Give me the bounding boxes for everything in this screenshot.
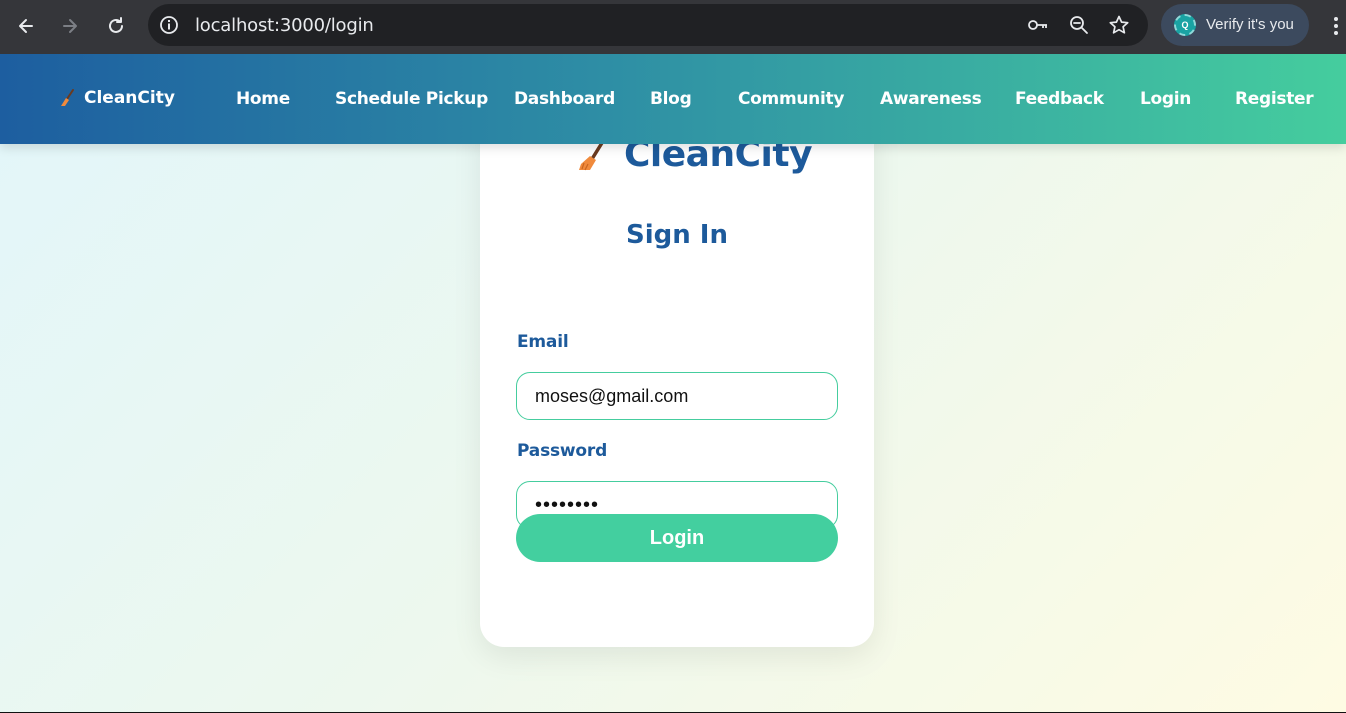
- key-icon[interactable]: [1027, 14, 1049, 36]
- browser-toolbar: localhost:3000/login Q Verify it's you: [0, 0, 1346, 54]
- nav-link-feedback[interactable]: Feedback: [1015, 89, 1104, 109]
- url-text[interactable]: localhost:3000/login: [195, 15, 374, 36]
- profile-avatar-icon: Q: [1174, 14, 1196, 36]
- broom-icon: [61, 89, 74, 106]
- login-card: CleanCity Sign In Email Password Login: [480, 104, 874, 647]
- nav-link-blog[interactable]: Blog: [650, 89, 692, 109]
- profile-chip[interactable]: Q Verify it's you: [1161, 4, 1309, 46]
- nav-link-home[interactable]: Home: [236, 89, 290, 109]
- login-button[interactable]: Login: [516, 514, 838, 562]
- navbar-brand[interactable]: CleanCity: [58, 88, 175, 108]
- site-navbar: CleanCity Home Schedule Pickup Dashboard…: [0, 54, 1346, 144]
- back-icon: [19, 19, 33, 33]
- reload-icon: [109, 17, 123, 33]
- forward-icon: [63, 19, 77, 33]
- nav-link-register[interactable]: Register: [1235, 89, 1314, 109]
- navbar-brand-text: CleanCity: [84, 88, 175, 108]
- back-button[interactable]: [9, 9, 43, 43]
- more-icon[interactable]: [1328, 14, 1344, 38]
- page-content: CleanCity Home Schedule Pickup Dashboard…: [0, 54, 1346, 712]
- password-label: Password: [517, 441, 608, 461]
- profile-chip-label: Verify it's you: [1206, 16, 1294, 33]
- site-info-icon[interactable]: [158, 14, 180, 36]
- email-field[interactable]: [516, 372, 838, 420]
- page-title: Sign In: [626, 220, 728, 250]
- nav-link-login[interactable]: Login: [1140, 89, 1191, 109]
- star-icon[interactable]: [1108, 14, 1130, 36]
- nav-link-schedule-pickup[interactable]: Schedule Pickup: [335, 89, 488, 109]
- zoom-icon[interactable]: [1068, 14, 1090, 36]
- reload-button[interactable]: [99, 9, 133, 43]
- email-label: Email: [517, 332, 569, 352]
- nav-link-awareness[interactable]: Awareness: [880, 89, 982, 109]
- nav-link-community[interactable]: Community: [738, 89, 844, 109]
- forward-button[interactable]: [53, 9, 87, 43]
- nav-link-dashboard[interactable]: Dashboard: [514, 89, 615, 109]
- address-bar[interactable]: localhost:3000/login: [148, 4, 1148, 46]
